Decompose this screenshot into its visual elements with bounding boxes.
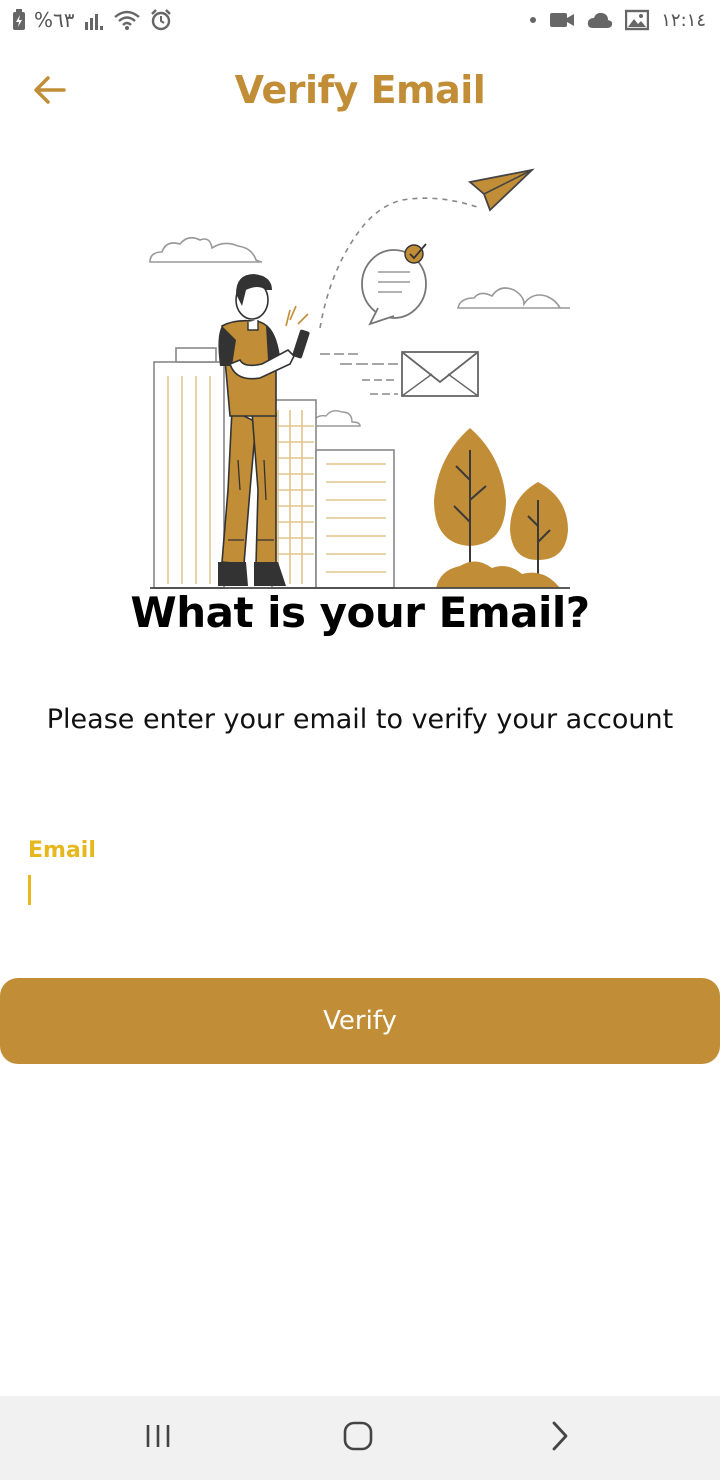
cloud-illustration-right (457, 287, 570, 309)
status-bar: %٦٣ ١٢:١٤ (0, 0, 720, 40)
verify-button[interactable]: Verify (0, 978, 720, 1064)
gallery-icon (625, 9, 650, 31)
home-icon (342, 1420, 374, 1457)
back-nav-button[interactable] (530, 1414, 590, 1462)
status-left: %٦٣ (12, 6, 173, 34)
email-heading: What is your Email? (130, 588, 590, 637)
cloud-icon (587, 11, 613, 29)
envelope-illustration (320, 351, 479, 397)
email-label: Email (28, 838, 96, 863)
signal-icon (83, 10, 105, 30)
email-field[interactable] (24, 866, 706, 912)
recent-apps-button[interactable] (128, 1414, 188, 1462)
clock-time: ١٢:١٤ (661, 9, 706, 31)
email-description: Please enter your email to verify your a… (46, 704, 674, 735)
video-camera-icon (549, 10, 575, 30)
notification-dot-icon (529, 16, 537, 24)
recent-apps-icon (144, 1422, 172, 1455)
app-bar: Verify Email (0, 46, 720, 136)
trees-illustration (434, 428, 568, 588)
text-cursor (28, 875, 31, 905)
system-nav-bar (0, 1396, 720, 1480)
status-right: ١٢:١٤ (529, 6, 706, 34)
cloud-illustration-small (308, 409, 361, 427)
page-title: Verify Email (234, 68, 486, 112)
chevron-right-icon (549, 1420, 571, 1457)
alarm-icon (149, 8, 173, 32)
cloud-illustration-left (149, 236, 263, 263)
battery-percent: %٦٣ (34, 8, 75, 32)
battery-icon (12, 9, 26, 31)
verify-email-illustration (140, 160, 580, 592)
chat-bubble-illustration (361, 243, 427, 326)
home-button[interactable] (328, 1414, 388, 1462)
paper-plane-illustration (467, 168, 535, 212)
wifi-icon (113, 9, 141, 31)
